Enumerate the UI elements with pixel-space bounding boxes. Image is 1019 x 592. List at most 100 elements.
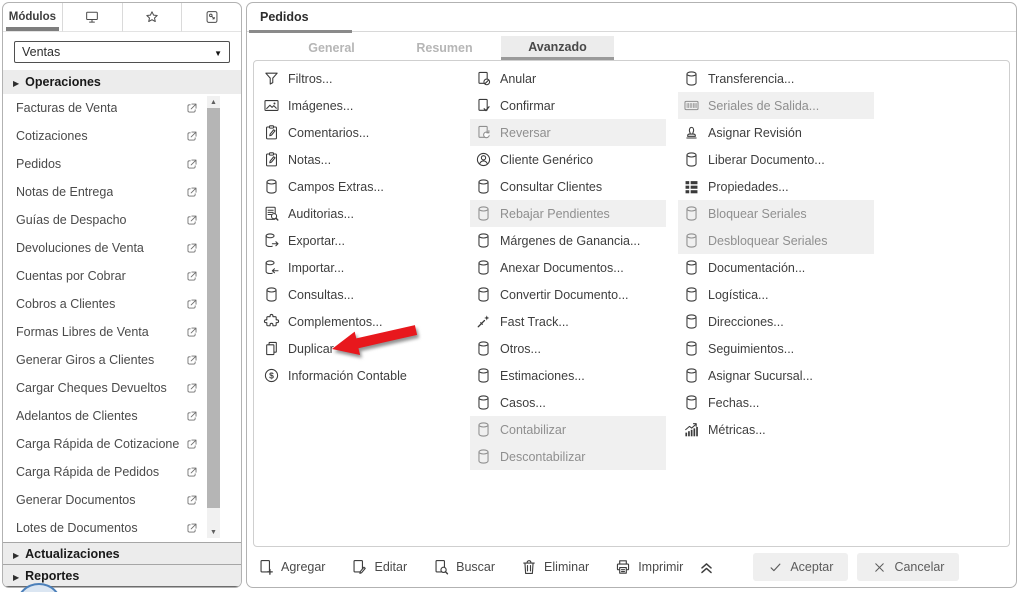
- menu-item[interactable]: $ Información Contable: [258, 362, 454, 389]
- external-link-icon[interactable]: [185, 129, 199, 146]
- menu-item[interactable]: Auditorias...: [258, 200, 454, 227]
- main-panel: Pedidos General Resumen Avanzado Filtros..…: [246, 2, 1017, 588]
- sidebar-item[interactable]: Cotizaciones: [3, 122, 241, 150]
- external-link-icon[interactable]: [185, 157, 199, 174]
- sidebar-item[interactable]: Adelantos de Clientes: [3, 402, 241, 430]
- sidebar-item[interactable]: Generar Documentos: [3, 486, 241, 514]
- imprimir-button[interactable]: Imprimir: [614, 558, 683, 576]
- menu-item[interactable]: Propiedades...: [678, 173, 874, 200]
- menu-item[interactable]: Reversar: [470, 119, 666, 146]
- database-icon: [683, 205, 700, 222]
- sidebar-item[interactable]: Cargar Cheques Devueltos: [3, 374, 241, 402]
- sidebar-tab-monitor[interactable]: [62, 3, 123, 32]
- tab-resumen[interactable]: Resumen: [388, 36, 501, 60]
- menu-item[interactable]: Anexar Documentos...: [470, 254, 666, 281]
- buscar-button[interactable]: Buscar: [432, 558, 495, 576]
- aceptar-button[interactable]: Aceptar: [753, 553, 849, 581]
- external-link-icon[interactable]: [185, 241, 199, 258]
- tab-general[interactable]: General: [275, 36, 388, 60]
- menu-item-label: Auditorias...: [288, 206, 355, 221]
- menu-item[interactable]: Liberar Documento...: [678, 146, 874, 173]
- menu-item[interactable]: Asignar Sucursal...: [678, 362, 874, 389]
- menu-item[interactable]: Campos Extras...: [258, 173, 454, 200]
- menu-item[interactable]: Consultas...: [258, 281, 454, 308]
- sidebar-item[interactable]: Formas Libres de Venta: [3, 318, 241, 346]
- menu-item[interactable]: Imágenes...: [258, 92, 454, 119]
- menu-item[interactable]: Métricas...: [678, 416, 874, 443]
- sidebar-tab-star[interactable]: [122, 3, 183, 32]
- chevrons-up-icon[interactable]: [698, 559, 715, 576]
- sidebar-item[interactable]: Facturas de Venta: [3, 94, 241, 122]
- menu-item[interactable]: Transferencia...: [678, 65, 874, 92]
- menu-item[interactable]: Bloquear Seriales: [678, 200, 874, 227]
- menu-item[interactable]: Fast Track...: [470, 308, 666, 335]
- external-link-icon[interactable]: [185, 437, 199, 454]
- menu-item[interactable]: Notas...: [258, 146, 454, 173]
- menu-item[interactable]: Complementos...: [258, 308, 454, 335]
- menu-item-label: Información Contable: [288, 368, 407, 383]
- menu-item[interactable]: Descontabilizar: [470, 443, 666, 470]
- external-link-icon[interactable]: [185, 185, 199, 202]
- menu-item[interactable]: Rebajar Pendientes: [470, 200, 666, 227]
- external-link-icon[interactable]: [185, 353, 199, 370]
- menu-item[interactable]: Estimaciones...: [470, 362, 666, 389]
- external-link-icon[interactable]: [185, 297, 199, 314]
- editar-button[interactable]: Editar: [350, 558, 407, 576]
- sidebar-section-operaciones[interactable]: Operaciones: [3, 70, 241, 94]
- menu-item[interactable]: Seguimientos...: [678, 335, 874, 362]
- eliminar-button[interactable]: Eliminar: [520, 558, 589, 576]
- sidebar-item[interactable]: Cobros a Clientes: [3, 290, 241, 318]
- sidebar-item[interactable]: Cuentas por Cobrar: [3, 262, 241, 290]
- menu-item[interactable]: Confirmar: [470, 92, 666, 119]
- cancelar-button[interactable]: Cancelar: [857, 553, 960, 581]
- menu-item[interactable]: Márgenes de Ganancia...: [470, 227, 666, 254]
- external-link-icon[interactable]: [185, 213, 199, 230]
- menu-item[interactable]: Casos...: [470, 389, 666, 416]
- external-link-icon[interactable]: [185, 465, 199, 482]
- external-link-icon[interactable]: [185, 493, 199, 510]
- sidebar-item[interactable]: Carga Rápida de Cotizacione: [3, 430, 241, 458]
- external-link-icon[interactable]: [185, 409, 199, 426]
- module-select[interactable]: Ventas: [14, 41, 230, 63]
- menu-item[interactable]: Desbloquear Seriales: [678, 227, 874, 254]
- menu-item[interactable]: Fechas...: [678, 389, 874, 416]
- external-link-icon[interactable]: [185, 381, 199, 398]
- sidebar-section-actualizaciones[interactable]: Actualizaciones: [3, 542, 241, 564]
- menu-item[interactable]: Seriales de Salida...: [678, 92, 874, 119]
- menu-item[interactable]: Cliente Genérico: [470, 146, 666, 173]
- sidebar-tab-key[interactable]: [182, 3, 241, 32]
- sidebar-item[interactable]: Lotes de Documentos: [3, 514, 241, 542]
- external-link-icon[interactable]: [185, 325, 199, 342]
- menu-item[interactable]: Logística...: [678, 281, 874, 308]
- menu-item[interactable]: Asignar Revisión: [678, 119, 874, 146]
- menu-item[interactable]: Consultar Clientes: [470, 173, 666, 200]
- external-link-icon[interactable]: [185, 521, 199, 538]
- menu-item[interactable]: Filtros...: [258, 65, 454, 92]
- menu-item[interactable]: Comentarios...: [258, 119, 454, 146]
- sidebar-item[interactable]: Notas de Entrega: [3, 178, 241, 206]
- menu-item[interactable]: Anular: [470, 65, 666, 92]
- menu-item[interactable]: Importar...: [258, 254, 454, 281]
- database-icon: [683, 286, 700, 303]
- sidebar-item[interactable]: Generar Giros a Clientes: [3, 346, 241, 374]
- menu-item-label: Seguimientos...: [708, 341, 795, 356]
- sidebar-item[interactable]: Pedidos: [3, 150, 241, 178]
- menu-item[interactable]: Otros...: [470, 335, 666, 362]
- external-link-icon[interactable]: [185, 101, 199, 118]
- funnel-icon: [263, 70, 280, 87]
- tab-avanzado[interactable]: Avanzado: [501, 36, 614, 60]
- window-tab-pedidos[interactable]: Pedidos: [260, 10, 309, 24]
- menu-item[interactable]: Documentación...: [678, 254, 874, 281]
- menu-item[interactable]: Convertir Documento...: [470, 281, 666, 308]
- menu-item[interactable]: Duplicar: [258, 335, 454, 362]
- sidebar-item[interactable]: Guías de Despacho: [3, 206, 241, 234]
- external-link-icon[interactable]: [185, 269, 199, 286]
- agregar-button[interactable]: Agregar: [257, 558, 325, 576]
- menu-item[interactable]: Exportar...: [258, 227, 454, 254]
- menu-item[interactable]: Direcciones...: [678, 308, 874, 335]
- sidebar-item[interactable]: Carga Rápida de Pedidos: [3, 458, 241, 486]
- menu-item[interactable]: Contabilizar: [470, 416, 666, 443]
- star-icon: [144, 9, 160, 25]
- sidebar-tab-modulos[interactable]: Módulos: [3, 3, 63, 32]
- sidebar-item[interactable]: Devoluciones de Venta: [3, 234, 241, 262]
